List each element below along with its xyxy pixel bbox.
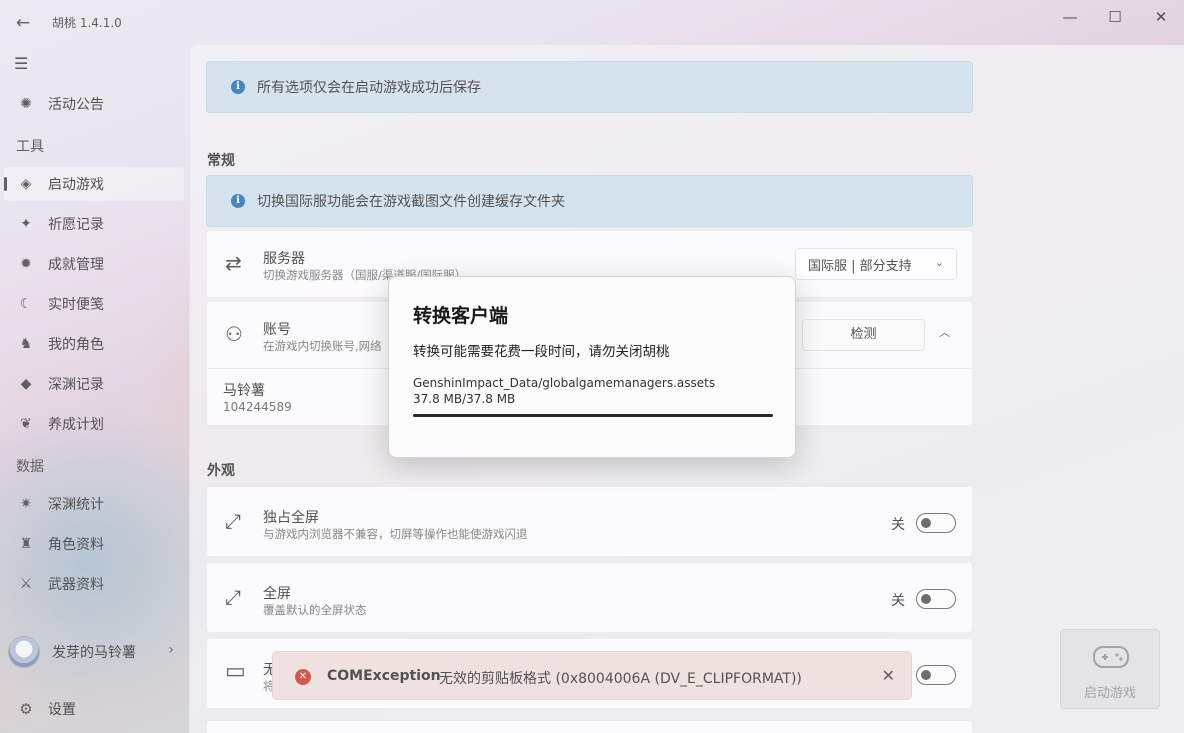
- dialog-title: 转换客户端: [413, 305, 509, 327]
- dialog-description: 转换可能需要花费一段时间，请勿关闭胡桃: [413, 344, 670, 360]
- file-size: 37.8 MB/37.8 MB: [413, 392, 516, 406]
- current-file: GenshinImpact_Data/globalgamemanagers.as…: [413, 376, 716, 390]
- progress-bar: [413, 414, 773, 417]
- convert-client-dialog: 转换客户端 转换可能需要花费一段时间，请勿关闭胡桃 GenshinImpact_…: [388, 276, 796, 458]
- progress-fill: [413, 414, 773, 417]
